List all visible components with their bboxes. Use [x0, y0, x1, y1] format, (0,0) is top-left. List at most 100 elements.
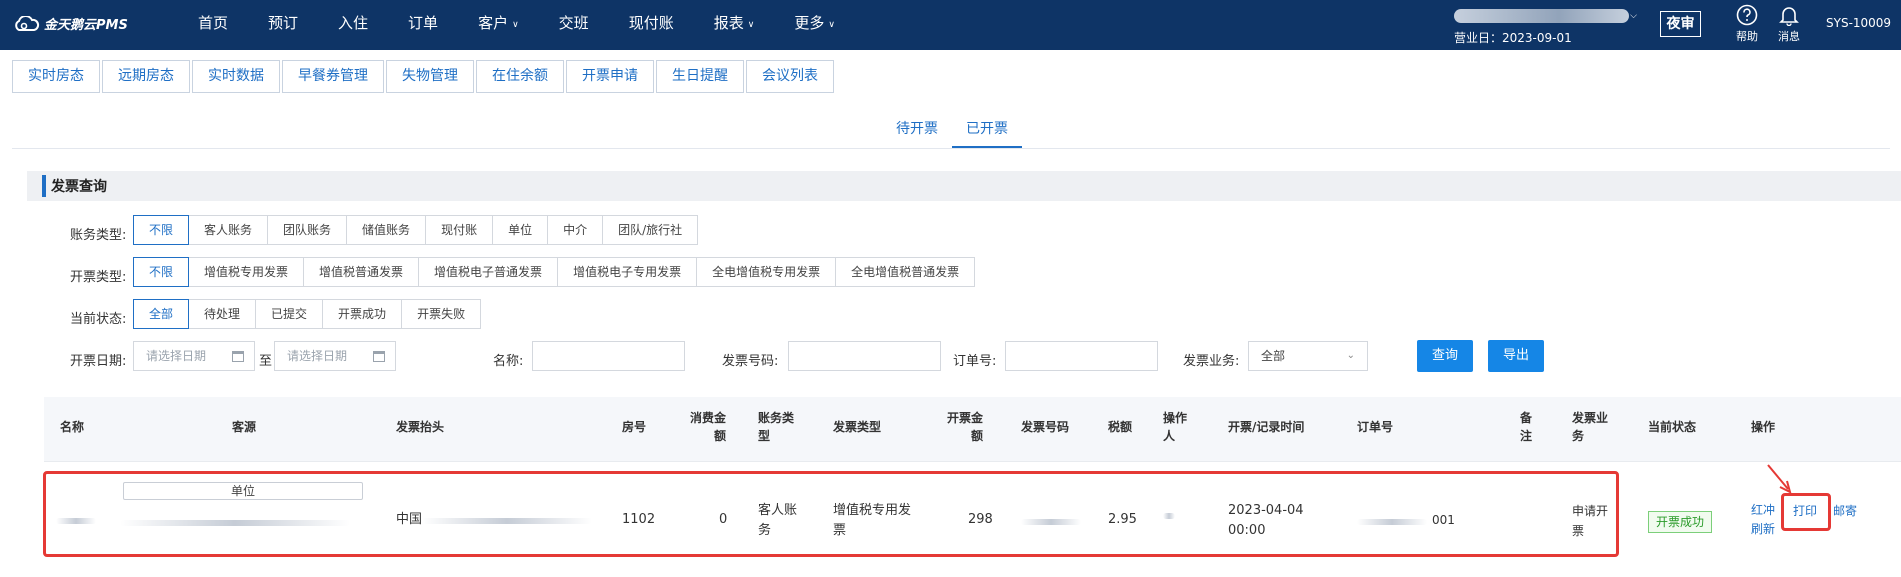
refresh-link[interactable]: 刷新: [1751, 520, 1775, 538]
status-label: 当前状态:: [70, 312, 127, 327]
calendar-icon: [232, 351, 244, 362]
account-type-option-3[interactable]: 储值账务: [346, 215, 427, 245]
panel-accent-bar: [42, 175, 46, 197]
nav-item-4[interactable]: 客户 ∨: [458, 0, 539, 46]
col-time: 开票/记录时间: [1228, 420, 1305, 434]
subtab-5[interactable]: 在住余额: [476, 60, 564, 93]
calendar-icon: [373, 351, 385, 362]
account-type-option-0[interactable]: 不限: [133, 215, 190, 245]
help-icon: [1736, 4, 1758, 26]
subtab-8[interactable]: 会议列表: [746, 60, 834, 93]
col-invoice-business: 发票业 务: [1572, 409, 1608, 445]
nav-item-label: 交班: [558, 14, 589, 32]
col-remark: 备 注: [1520, 409, 1532, 445]
mail-link[interactable]: 邮寄: [1833, 502, 1857, 520]
order-number-label: 订单号:: [953, 354, 997, 369]
invoice-type-option-2[interactable]: 增值税普通发票: [303, 257, 420, 287]
top-navbar: 金天鹅云PMS 首页 预订 入住 订单 客户 ∨ 交班 现付账 报表 ∨ 更多 ∨ ⌵ 营业日：202…: [0, 0, 1901, 50]
nav-item-label: 订单: [408, 14, 439, 32]
user-menu[interactable]: SYS-10009: [1826, 16, 1891, 30]
business-date-switcher[interactable]: ⌵ 营业日：2023-09-01: [1447, 5, 1637, 45]
col-remark-l2: 注: [1520, 429, 1533, 443]
status-badge: 开票成功: [1648, 511, 1712, 533]
col-invoice-business-l2: 务: [1572, 429, 1585, 443]
status-option-2[interactable]: 已提交: [255, 299, 324, 329]
order-number-input[interactable]: [1005, 341, 1158, 371]
start-date-picker[interactable]: 请选择日期: [133, 341, 255, 371]
date-range-separator: 至: [259, 354, 273, 369]
col-remark-l1: 备: [1520, 411, 1533, 425]
invoice-type-option-5[interactable]: 全电增值税专用发票: [696, 257, 837, 287]
account-type-option-1[interactable]: 客人账务: [188, 215, 269, 245]
app-logo[interactable]: 金天鹅云PMS: [12, 14, 128, 33]
account-type-option-7[interactable]: 团队/旅行社: [602, 215, 699, 245]
help-label: 帮助: [1736, 30, 1758, 43]
name-label: 名称:: [493, 354, 524, 369]
export-button[interactable]: 导出: [1488, 340, 1544, 372]
invoice-type-options: 不限 增值税专用发票 增值税普通发票 增值税电子普通发票 增值税电子专用发票 全电增值税专…: [133, 257, 976, 287]
col-invoice-business-l1: 发票业: [1572, 411, 1609, 425]
invoice-type-option-6[interactable]: 全电增值税普通发票: [835, 257, 976, 287]
col-invoice-amount: 开票金 额: [947, 409, 983, 445]
chevron-down-icon: ⌄: [1346, 350, 1355, 361]
subtab-4[interactable]: 失物管理: [386, 60, 474, 93]
invoice-business-label: 发票业务:: [1183, 354, 1240, 369]
nav-item-label: 首页: [198, 14, 229, 32]
account-type-option-6[interactable]: 中介: [547, 215, 604, 245]
user-name: SYS-10009: [1826, 16, 1892, 30]
red-reverse-link[interactable]: 红冲: [1751, 501, 1775, 519]
nav-item-6[interactable]: 现付账: [609, 0, 694, 46]
subtab-0[interactable]: 实时房态: [12, 60, 100, 93]
subtab-3[interactable]: 早餐券管理: [282, 60, 384, 93]
chevron-down-icon: ∨: [512, 20, 519, 30]
invoice-type-option-3[interactable]: 增值税电子普通发票: [418, 257, 559, 287]
invoice-type-option-0[interactable]: 不限: [133, 257, 190, 287]
help-button[interactable]: 帮助: [1727, 4, 1767, 44]
tab-issued-invoice[interactable]: 已开票: [952, 112, 1022, 148]
col-account-type-l1: 账务类: [758, 411, 795, 425]
hotel-name-redacted: [1454, 9, 1629, 23]
status-option-4[interactable]: 开票失败: [401, 299, 482, 329]
account-type-option-2[interactable]: 团队账务: [267, 215, 348, 245]
col-name: 名称: [60, 420, 85, 434]
nav-item-2[interactable]: 入住: [318, 0, 388, 46]
nav-item-8[interactable]: 更多 ∨: [774, 0, 855, 46]
account-type-option-4[interactable]: 现付账: [425, 215, 494, 245]
invoice-type-option-4[interactable]: 增值税电子专用发票: [557, 257, 698, 287]
subtab-6[interactable]: 开票申请: [566, 60, 654, 93]
end-date-picker[interactable]: 请选择日期: [274, 341, 396, 371]
account-type-label: 账务类型:: [70, 228, 127, 243]
query-button[interactable]: 查询: [1417, 340, 1473, 372]
nav-item-7[interactable]: 报表 ∨: [694, 0, 775, 46]
end-date-placeholder: 请选择日期: [287, 349, 348, 363]
subtab-1[interactable]: 远期房态: [102, 60, 190, 93]
invoice-number-label: 发票号码:: [722, 354, 779, 369]
subtab-7[interactable]: 生日提醒: [656, 60, 744, 93]
nav-item-1[interactable]: 预订: [248, 0, 318, 46]
messages-label: 消息: [1778, 30, 1800, 43]
col-operator-l1: 操作: [1163, 411, 1188, 425]
account-type-options: 不限 客人账务 团队账务 储值账务 现付账 单位 中介 团队/旅行社: [133, 215, 699, 245]
invoice-number-input[interactable]: [788, 341, 941, 371]
subtab-2[interactable]: 实时数据: [192, 60, 280, 93]
cloud-icon: [15, 15, 40, 31]
col-operator: 操作 人: [1163, 409, 1187, 445]
invoice-business-select[interactable]: 全部 ⌄: [1248, 341, 1368, 371]
status-option-3[interactable]: 开票成功: [322, 299, 403, 329]
chevron-down-icon: ∨: [747, 20, 755, 30]
invoice-status-tabs: 待开票 已开票: [882, 112, 1022, 148]
invoice-business-value: 全部: [1261, 349, 1286, 363]
nav-item-3[interactable]: 订单: [388, 0, 458, 46]
account-type-option-5[interactable]: 单位: [492, 215, 549, 245]
nav-item-5[interactable]: 交班: [539, 0, 609, 46]
status-option-0[interactable]: 全部: [133, 299, 190, 329]
status-option-1[interactable]: 待处理: [188, 299, 257, 329]
nav-item-0[interactable]: 首页: [178, 0, 248, 46]
bell-icon: [1779, 7, 1799, 26]
messages-button[interactable]: 消息: [1769, 4, 1809, 44]
night-audit-button[interactable]: 夜审: [1660, 11, 1701, 37]
name-input[interactable]: [532, 341, 685, 371]
invoice-type-option-1[interactable]: 增值税专用发票: [188, 257, 305, 287]
tab-pending-invoice[interactable]: 待开票: [882, 112, 952, 148]
nav-item-label: 现付账: [628, 14, 674, 32]
